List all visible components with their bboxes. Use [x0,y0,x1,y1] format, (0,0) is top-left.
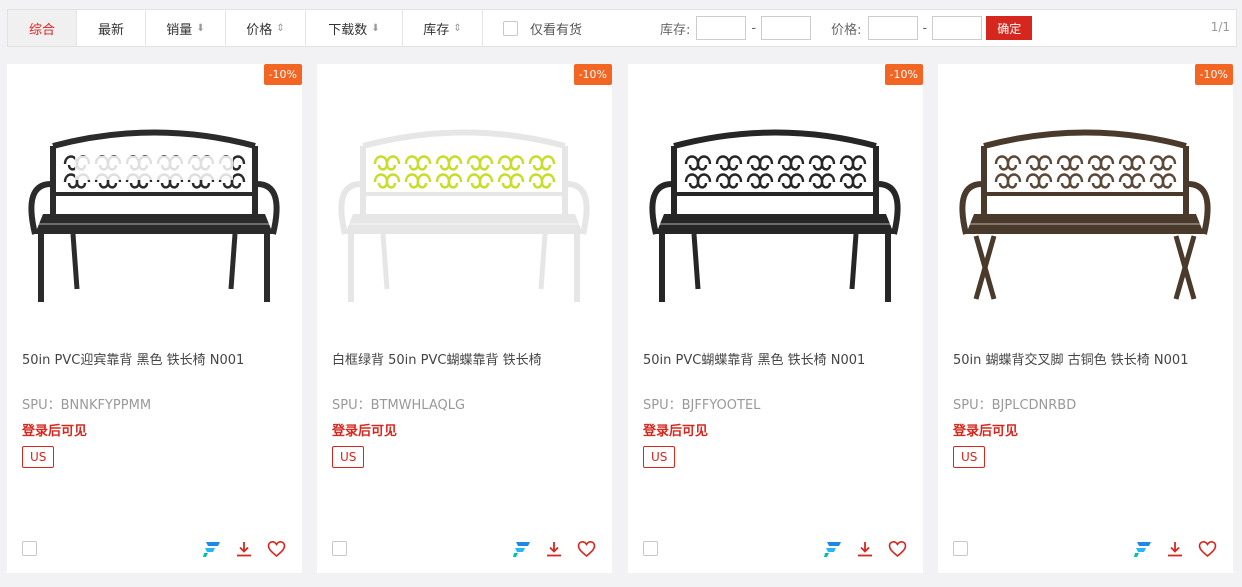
product-spu: SPU：BNNKFYPPMM [22,398,152,413]
bench-illustration [959,129,1211,300]
f-logo-icon[interactable] [510,537,534,561]
sort-tab-sales[interactable]: 销量 ⬇ [146,10,226,46]
product-name[interactable]: 白框绿背 50in PVC蝴蝶靠背 铁长椅 [332,349,602,368]
product-actions [1131,537,1219,561]
product-name[interactable]: 50in PVC迎宾靠背 黑色 铁长椅 N001 [22,349,292,368]
download-icon[interactable] [232,537,256,561]
sort-desc-icon: ⬇ [196,22,205,34]
product-card[interactable]: -10% 白框绿背 50in PVC蝴蝶靠背 铁长椅 SPU：BTMWHLAQL… [317,64,612,573]
price-min-input[interactable] [867,16,918,40]
product-card[interactable]: -10% 50in PVC蝴蝶靠背 黑色 铁长椅 N001 SPU：BJFFYO… [628,64,923,573]
product-spu: SPU：BTMWHLAQLG [332,398,466,413]
heart-icon[interactable] [1195,537,1219,561]
sort-both-icon: ⇕ [276,22,285,34]
in-stock-filter[interactable]: 仅看有货 [503,19,582,38]
region-tag: US [643,446,676,468]
stock-range-label: 库存: [660,22,691,38]
bench-illustration [28,129,280,302]
price-range: 价格: - [831,16,983,40]
product-image[interactable] [636,84,915,334]
sort-tab-comprehensive[interactable]: 综合 [8,10,77,46]
download-icon[interactable] [1163,537,1187,561]
bench-illustration [649,129,901,302]
product-name[interactable]: 50in PVC蝴蝶靠背 黑色 铁长椅 N001 [643,349,913,368]
price-login-note: 登录后可见 [643,424,709,439]
heart-icon[interactable] [574,537,598,561]
sort-tab-newest[interactable]: 最新 [77,10,146,46]
bench-illustration [338,129,590,302]
product-spu: SPU：BJFFYOOTEL [643,398,761,413]
f-logo-icon[interactable] [821,537,845,561]
sort-both-icon: ⇕ [453,22,462,34]
confirm-filter-button[interactable]: 确定 [986,16,1033,40]
select-product-checkbox[interactable] [953,541,968,556]
discount-badge: -10% [573,64,612,85]
product-spu: SPU：BJPLCDNRBD [953,398,1077,413]
price-login-note: 登录后可见 [953,424,1019,439]
f-logo-icon[interactable] [1131,537,1155,561]
heart-icon[interactable] [264,537,288,561]
download-icon[interactable] [853,537,877,561]
product-actions [510,537,598,561]
stock-range: 库存: - [660,16,812,40]
sort-tab-price[interactable]: 价格 ⇕ [226,10,306,46]
product-image[interactable] [946,84,1225,334]
sort-desc-icon: ⬇ [371,22,380,34]
sort-tab-stock[interactable]: 库存 ⇕ [403,10,483,46]
price-range-label: 价格: [831,22,862,38]
price-login-note: 登录后可见 [332,424,398,439]
product-image[interactable] [325,84,604,334]
heart-icon[interactable] [885,537,909,561]
range-separator: - [922,20,928,36]
f-logo-icon[interactable] [200,537,224,561]
stock-min-input[interactable] [696,16,747,40]
product-image[interactable] [15,84,294,334]
stock-max-input[interactable] [761,16,812,40]
product-card[interactable]: -10% 50in 蝴蝶背交叉脚 古铜色 铁长椅 N001 SPU：BJPLCD… [938,64,1233,573]
page-indicator: 1/1 [1210,20,1230,34]
in-stock-checkbox[interactable] [503,20,518,36]
in-stock-label: 仅看有货 [530,22,583,38]
region-tag: US [953,446,986,468]
select-product-checkbox[interactable] [643,541,658,556]
range-separator: - [751,20,757,36]
region-tag: US [22,446,55,468]
select-product-checkbox[interactable] [332,541,347,556]
price-login-note: 登录后可见 [22,424,88,439]
region-tag: US [332,446,365,468]
select-product-checkbox[interactable] [22,541,37,556]
product-card[interactable]: -10% 50in PVC迎宾靠背 黑色 铁长椅 N001 SPU：BNNKFY… [7,64,302,573]
price-max-input[interactable] [932,16,983,40]
filter-toolbar: 综合 最新 销量 ⬇ 价格 ⇕ 下载数 ⬇ 库存 ⇕ 仅看有货 库存: - 价格: - … [7,9,1237,47]
sort-tab-downloads[interactable]: 下载数 ⬇ [306,10,403,46]
product-name[interactable]: 50in 蝴蝶背交叉脚 古铜色 铁长椅 N001 [953,349,1223,368]
discount-badge: -10% [884,64,923,85]
download-icon[interactable] [542,537,566,561]
product-actions [821,537,909,561]
product-actions [200,537,288,561]
discount-badge: -10% [1194,64,1233,85]
discount-badge: -10% [263,64,302,85]
